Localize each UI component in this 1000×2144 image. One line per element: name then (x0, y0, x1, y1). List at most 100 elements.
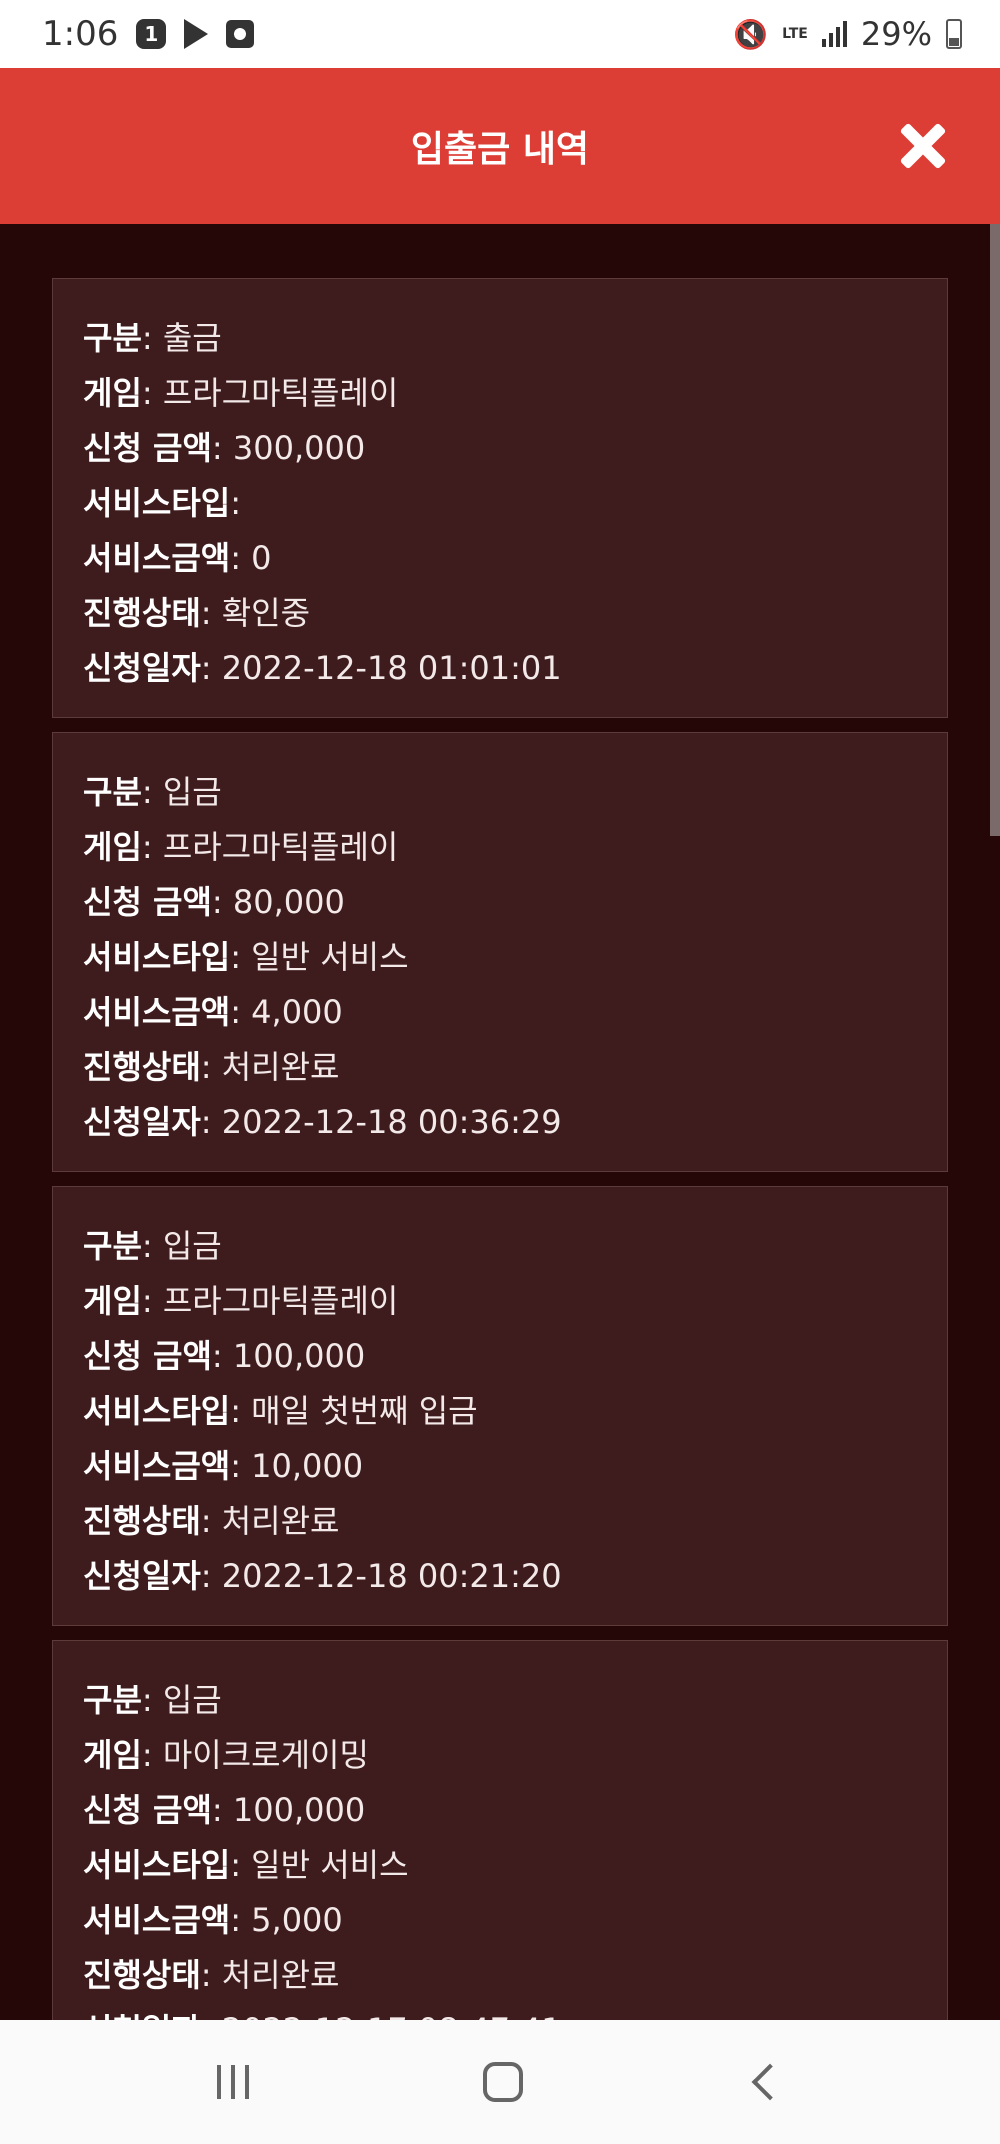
type-label: 구분 (83, 773, 142, 811)
status-row: 진행상태: 처리완료 (83, 1502, 340, 1540)
status-row: 진행상태: 확인중 (83, 594, 311, 632)
system-nav-bar (0, 2020, 1000, 2144)
transaction-card: 구분: 입금 게임: 프라그마틱플레이 신청 금액: 100,000 서비스타입… (52, 1186, 948, 1626)
service-amount-value: 4,000 (251, 993, 343, 1031)
transaction-card: 구분: 입금 게임: 프라그마틱플레이 신청 금액: 80,000 서비스타입:… (52, 732, 948, 1172)
game-value: 프라그마틱플레이 (162, 374, 399, 412)
close-icon[interactable] (898, 121, 948, 171)
status-value: 확인중 (221, 594, 311, 632)
date-label: 신청일자 (83, 1557, 201, 1595)
service-type-value: 일반 서비스 (251, 1846, 409, 1884)
type-row: 구분: 입금 (83, 773, 222, 811)
amount-row: 신청 금액: 80,000 (83, 883, 345, 921)
back-icon[interactable] (751, 2063, 789, 2101)
amount-value: 300,000 (232, 429, 366, 467)
type-value: 출금 (162, 319, 222, 357)
service-type-label: 서비스타입 (83, 938, 231, 976)
game-value: 프라그마틱플레이 (162, 1282, 399, 1320)
game-label: 게임 (83, 1282, 142, 1320)
recents-icon[interactable] (217, 2065, 249, 2099)
service-type-value: 일반 서비스 (251, 938, 409, 976)
status-row: 진행상태: 처리완료 (83, 1956, 340, 1994)
status-value: 처리완료 (221, 1502, 340, 1540)
service-type-row: 서비스타입: 매일 첫번째 입금 (83, 1392, 478, 1430)
game-label: 게임 (83, 828, 142, 866)
status-right: 🔇 LTE 29% (733, 15, 962, 53)
page-title: 입출금 내역 (410, 129, 590, 170)
status-left: 1:06 1 (42, 14, 255, 54)
status-label: 진행상태 (83, 594, 201, 632)
type-row: 구분: 출금 (83, 319, 222, 357)
game-row: 게임: 프라그마틱플레이 (83, 828, 399, 866)
scrollbar-track[interactable] (990, 224, 1000, 2020)
amount-label: 신청 금액 (83, 429, 212, 467)
type-label: 구분 (83, 319, 142, 357)
amount-value: 100,000 (232, 1791, 366, 1829)
service-type-value: 매일 첫번째 입금 (251, 1392, 478, 1430)
service-amount-label: 서비스금액 (83, 993, 231, 1031)
type-value: 입금 (162, 1227, 222, 1265)
type-label: 구분 (83, 1681, 142, 1719)
service-amount-value: 5,000 (251, 1901, 343, 1939)
scrollbar-thumb[interactable] (990, 224, 1000, 836)
service-type-row: 서비스타입: (83, 484, 241, 522)
transaction-history-list[interactable]: 구분: 출금 게임: 프라그마틱플레이 신청 금액: 300,000 서비스타입… (0, 224, 1000, 2020)
amount-label: 신청 금액 (83, 1337, 212, 1375)
amount-row: 신청 금액: 100,000 (83, 1791, 366, 1829)
status-time: 1:06 (42, 14, 119, 54)
date-label: 신청일자 (83, 1103, 201, 1141)
game-row: 게임: 마이크로게이밍 (83, 1736, 369, 1774)
notification-badge-icon: 1 (136, 19, 167, 49)
date-row: 신청일자: 2022-12-18 00:21:20 (83, 1557, 562, 1595)
service-type-row: 서비스타입: 일반 서비스 (83, 1846, 409, 1884)
date-label: 신청일자 (83, 2011, 201, 2020)
type-row: 구분: 입금 (83, 1227, 222, 1265)
play-store-icon (184, 19, 209, 49)
service-amount-row: 서비스금액: 4,000 (83, 993, 343, 1031)
status-value: 처리완료 (221, 1956, 340, 1994)
date-row: 신청일자: 2022-12-18 01:01:01 (83, 649, 562, 687)
status-label: 진행상태 (83, 1502, 201, 1540)
date-row: 신청일자: 2022-12-18 00:36:29 (83, 1103, 562, 1141)
status-label: 진행상태 (83, 1048, 201, 1086)
signal-icon (821, 21, 847, 47)
battery-level: 29% (860, 15, 932, 53)
status-bar: 1:06 1 🔇 LTE 29% (0, 0, 1000, 68)
amount-label: 신청 금액 (83, 1791, 212, 1829)
type-label: 구분 (83, 1227, 142, 1265)
amount-label: 신청 금액 (83, 883, 212, 921)
game-row: 게임: 프라그마틱플레이 (83, 374, 399, 412)
game-value: 마이크로게이밍 (162, 1736, 369, 1774)
type-row: 구분: 입금 (83, 1681, 222, 1719)
game-label: 게임 (83, 1736, 142, 1774)
status-value: 처리완료 (221, 1048, 340, 1086)
service-amount-label: 서비스금액 (83, 1901, 231, 1939)
date-value: 2022-12-18 00:21:20 (221, 1557, 562, 1595)
date-row: 신청일자: 2022-12-17 08:47:41 (83, 2003, 947, 2020)
home-icon[interactable] (483, 2062, 523, 2102)
game-row: 게임: 프라그마틱플레이 (83, 1282, 399, 1320)
battery-icon (946, 19, 962, 49)
service-type-label: 서비스타입 (83, 1392, 231, 1430)
amount-value: 80,000 (232, 883, 345, 921)
service-type-label: 서비스타입 (83, 484, 231, 522)
app-notification-icon (226, 20, 255, 48)
service-amount-row: 서비스금액: 10,000 (83, 1447, 364, 1485)
transaction-card: 구분: 출금 게임: 프라그마틱플레이 신청 금액: 300,000 서비스타입… (52, 278, 948, 718)
mute-icon: 🔇 (733, 17, 769, 51)
transaction-list: 구분: 출금 게임: 프라그마틱플레이 신청 금액: 300,000 서비스타입… (52, 278, 948, 2020)
transaction-card: 구분: 입금 게임: 마이크로게이밍 신청 금액: 100,000 서비스타입:… (52, 1640, 948, 2020)
network-type: LTE (782, 25, 808, 42)
type-value: 입금 (162, 1681, 222, 1719)
service-amount-value: 10,000 (251, 1447, 364, 1485)
amount-value: 100,000 (232, 1337, 366, 1375)
service-amount-label: 서비스금액 (83, 539, 231, 577)
service-amount-label: 서비스금액 (83, 1447, 231, 1485)
date-value: 2022-12-17 08:47:41 (222, 2011, 562, 2020)
status-label: 진행상태 (83, 1956, 201, 1994)
date-value: 2022-12-18 00:36:29 (221, 1103, 562, 1141)
game-value: 프라그마틱플레이 (162, 828, 399, 866)
amount-row: 신청 금액: 100,000 (83, 1337, 366, 1375)
date-value: 2022-12-18 01:01:01 (221, 649, 562, 687)
service-amount-row: 서비스금액: 0 (83, 539, 272, 577)
